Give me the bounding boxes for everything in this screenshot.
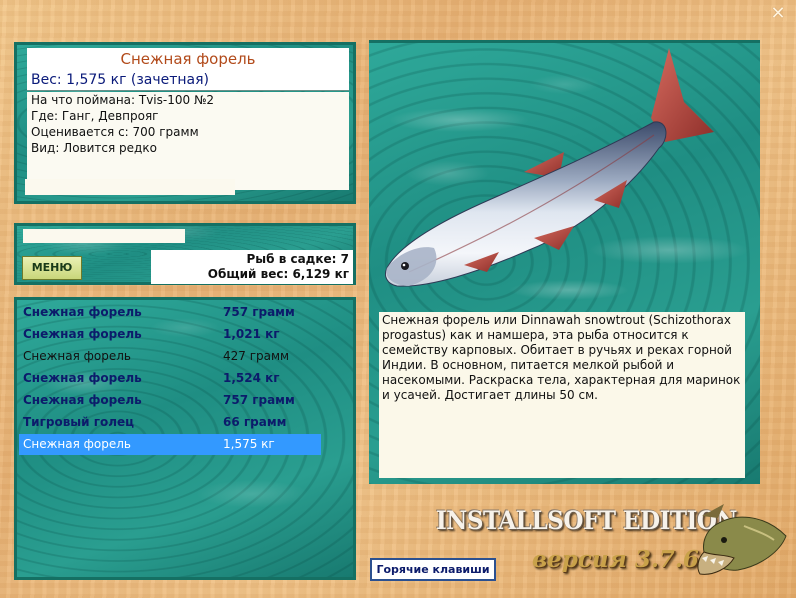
keepnet-stats: Рыб в садке: 7 Общий вес: 6,129 кг [151, 250, 353, 284]
catch-fish-name: Снежная форель [23, 371, 142, 385]
detail-location: Где: Ганг, Девпрояг [31, 109, 159, 123]
fish-details: На что поймана: Tvis-100 №2 Где: Ганг, Д… [27, 92, 349, 190]
catch-fish-weight: 1,575 кг [223, 437, 275, 451]
fish-description: Снежная форель или Dinnawah snowtrout (S… [382, 313, 741, 402]
close-icon[interactable]: ✕ [768, 4, 788, 24]
fish-picture-panel: Снежная форель или Dinnawah snowtrout (S… [369, 40, 760, 484]
total-weight: Общий вес: 6,129 кг [207, 267, 349, 281]
catch-fish-weight: 757 грамм [223, 393, 295, 407]
fish-info-panel: Снежная форель Вес: 1,575 кг (зачетная) … [14, 42, 356, 204]
fish-title-box: Снежная форель [27, 48, 349, 70]
fish-count: Рыб в садке: 7 [246, 252, 350, 266]
snow-trout-picture [384, 48, 749, 300]
catch-fish-name: Тигровый голец [23, 415, 135, 429]
info-empty-bar [25, 179, 235, 195]
catch-fish-weight: 757 грамм [223, 305, 295, 319]
version-label: версия 3.7.6 [532, 546, 699, 573]
catch-fish-name: Снежная форель [23, 327, 142, 341]
catch-list-item[interactable]: Снежная форель 1,524 кг [19, 368, 321, 389]
fish-description-box: Снежная форель или Dinnawah snowtrout (S… [379, 312, 745, 478]
catch-fish-weight: 66 грамм [223, 415, 287, 429]
catch-list-item[interactable]: Снежная форель 1,575 кг [19, 434, 321, 455]
menu-empty-bar [23, 229, 185, 243]
menu-button[interactable]: МЕНЮ [22, 256, 82, 280]
catch-list-item[interactable]: Снежная форель 1,021 кг [19, 324, 321, 345]
pike-logo-icon [697, 504, 787, 575]
catch-fish-name: Снежная форель [23, 349, 131, 363]
menu-panel: МЕНЮ Рыб в садке: 7 Общий вес: 6,129 кг [14, 223, 356, 285]
catch-list-item[interactable]: Снежная форель 757 грамм [19, 390, 321, 411]
hotkeys-button[interactable]: Горячие клавиши [370, 558, 496, 581]
catch-list-panel: Снежная форель 757 грамм Снежная форель 1,0… [14, 297, 356, 580]
edition-title: INSTALLSOFT EDITION [436, 506, 737, 535]
catch-fish-name: Снежная форель [23, 393, 142, 407]
fish-name-title: Снежная форель [120, 50, 256, 68]
catch-list-item[interactable]: Тигровый голец 66 грамм [19, 412, 321, 433]
catch-fish-weight: 1,021 кг [223, 327, 280, 341]
fish-weight: Вес: 1,575 кг (зачетная) [31, 72, 210, 88]
detail-valued-from: Оценивается с: 700 грамм [31, 125, 199, 139]
catch-list-item[interactable]: Снежная форель 757 грамм [19, 302, 321, 323]
catch-list-item[interactable]: Снежная форель 427 грамм [19, 346, 321, 367]
detail-rarity: Вид: Ловится редко [31, 141, 157, 155]
detail-bait: На что поймана: Tvis-100 №2 [31, 93, 215, 107]
catch-fish-name: Снежная форель [23, 305, 142, 319]
weight-box: Вес: 1,575 кг (зачетная) [27, 70, 349, 91]
catch-fish-name: Снежная форель [23, 437, 131, 451]
catch-fish-weight: 1,524 кг [223, 371, 280, 385]
catch-fish-weight: 427 грамм [223, 349, 290, 363]
